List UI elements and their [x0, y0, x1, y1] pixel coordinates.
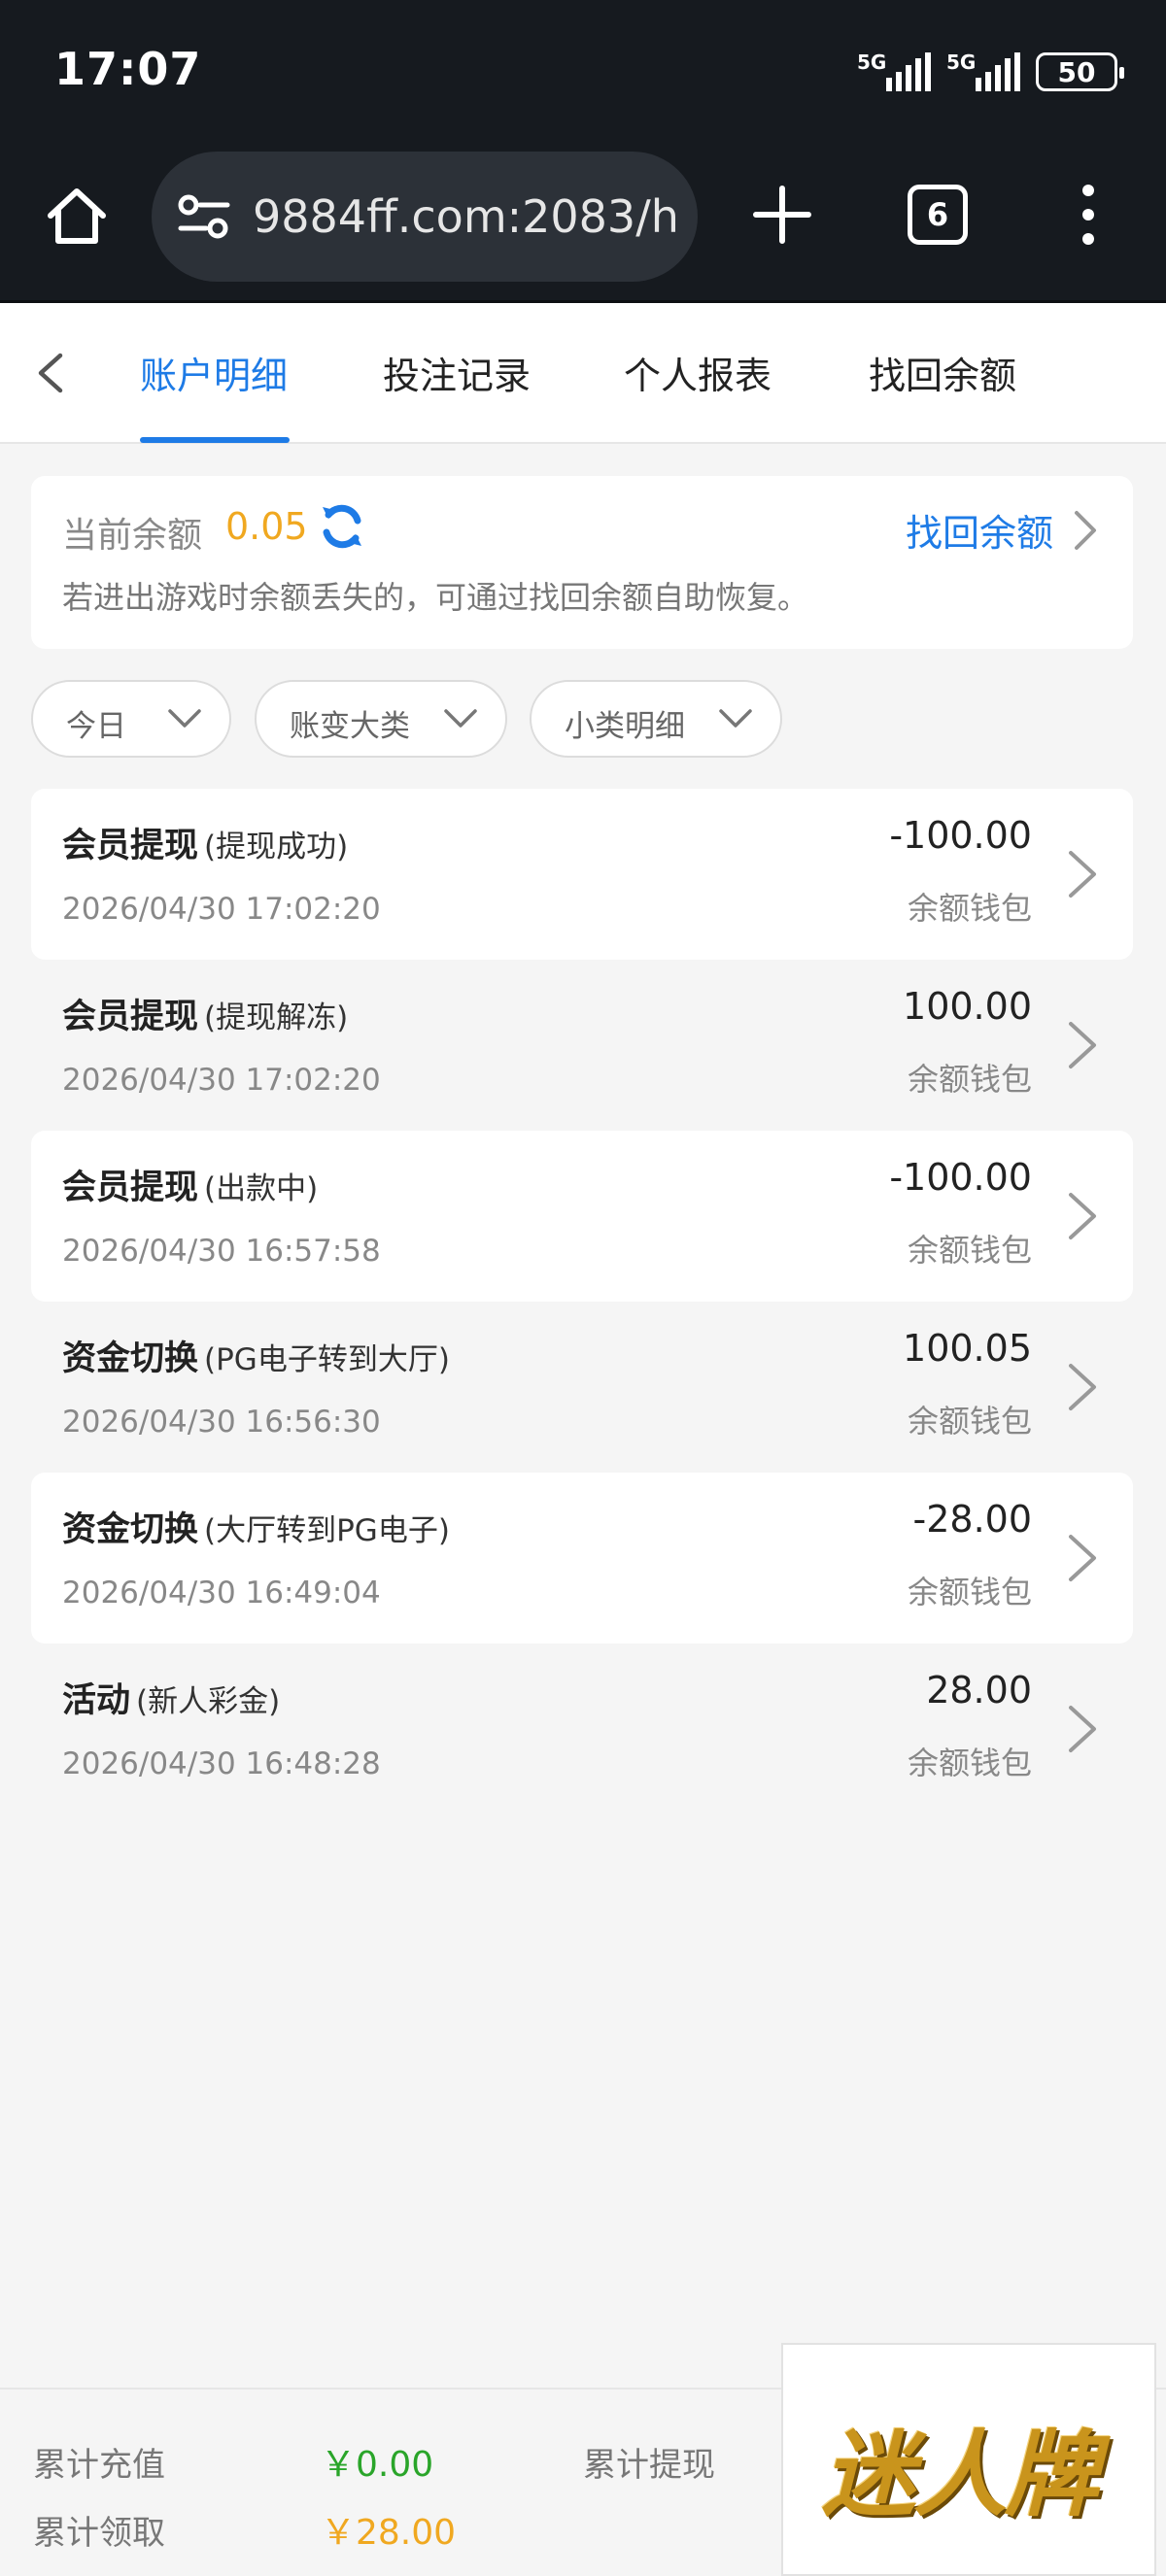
chevron-down-icon — [168, 709, 201, 728]
transaction-row[interactable]: 会员提现 (提现解冻) 2026/04/30 17:02:20 100.00 余额… — [31, 960, 1133, 1131]
total-recharge-label: 累计充值 — [33, 2446, 165, 2485]
filter-subcategory[interactable]: 小类明细 — [530, 680, 782, 758]
transaction-row[interactable]: 资金切换 (大厅转到PG电子) 2026/04/30 16:49:04 -28.0… — [31, 1473, 1133, 1644]
chevron-down-icon — [719, 709, 752, 728]
transaction-row[interactable]: 活动 (新人彩金) 2026/04/30 16:48:28 28.00 余额钱包 — [31, 1644, 1133, 1814]
transaction-amount: 100.05 — [903, 1327, 1032, 1370]
new-tab-icon[interactable] — [750, 183, 814, 247]
filter-date-label: 今日 — [66, 709, 126, 744]
filter-category-label: 账变大类 — [290, 709, 410, 744]
balance-hint: 若进出游戏时余额丢失的，可通过找回余额自助恢复。 — [62, 579, 809, 616]
transaction-subtype: (大厅转到PG电子) — [204, 1513, 450, 1548]
transaction-amount: -100.00 — [889, 1156, 1032, 1199]
transaction-wallet: 余额钱包 — [907, 1745, 1032, 1781]
total-claim-value: ￥28.00 — [321, 2513, 457, 2553]
total-recharge-value: ￥0.00 — [321, 2445, 434, 2485]
transaction-time: 2026/04/30 17:02:20 — [62, 1063, 381, 1098]
advertisement-box[interactable]: 迷人牌 — [781, 2343, 1156, 2576]
site-settings-icon[interactable] — [177, 194, 231, 239]
browser-toolbar: 9884ff.com:2083/h 6 — [0, 146, 1166, 303]
transaction-row[interactable]: 会员提现 (出款中) 2026/04/30 16:57:58 -100.00 余额… — [31, 1131, 1133, 1302]
transaction-subtype: (提现解冻) — [204, 1000, 349, 1035]
balance-label: 当前余额 — [62, 516, 203, 556]
transaction-time: 2026/04/30 16:56:30 — [62, 1405, 381, 1440]
refresh-icon[interactable] — [317, 501, 367, 552]
chevron-right-icon — [1069, 1706, 1096, 1752]
transaction-subtype: (出款中) — [204, 1171, 319, 1206]
transaction-title: 活动 (新人彩金) — [62, 1681, 281, 1720]
transaction-wallet: 余额钱包 — [907, 1403, 1032, 1440]
chevron-right-icon — [1069, 851, 1096, 898]
transaction-time: 2026/04/30 17:02:20 — [62, 892, 381, 927]
transaction-title: 会员提现 (出款中) — [62, 1169, 319, 1207]
transaction-subtype: (新人彩金) — [136, 1684, 281, 1719]
chevron-right-icon — [1069, 1364, 1096, 1410]
chevron-right-icon — [1069, 1022, 1096, 1068]
transaction-time: 2026/04/30 16:57:58 — [62, 1234, 381, 1269]
tab-header: 账户明细 投注记录 个人报表 找回余额 — [0, 303, 1166, 444]
transaction-amount: -28.00 — [912, 1498, 1033, 1541]
transaction-wallet: 余额钱包 — [907, 890, 1032, 927]
filter-subcategory-label: 小类明细 — [565, 709, 685, 744]
chevron-right-icon — [1075, 510, 1096, 550]
balance-card: 当前余额 0.05 找回余额 若进出游戏时余额丢失的，可通过找回余额自助恢复。 — [31, 476, 1133, 649]
transaction-wallet: 余额钱包 — [907, 1061, 1032, 1098]
signal-icon: 5G — [857, 51, 931, 91]
transaction-wallet: 余额钱包 — [907, 1574, 1032, 1610]
transaction-amount: 28.00 — [926, 1669, 1032, 1712]
home-icon[interactable] — [43, 183, 111, 251]
transaction-amount: -100.00 — [889, 814, 1032, 857]
more-menu-icon[interactable] — [1069, 181, 1108, 249]
transaction-wallet: 余额钱包 — [907, 1232, 1032, 1269]
transaction-amount: 100.00 — [903, 985, 1032, 1028]
transaction-title: 会员提现 (提现解冻) — [62, 998, 349, 1036]
total-claim-label: 累计领取 — [33, 2514, 165, 2553]
transaction-row[interactable]: 会员提现 (提现成功) 2026/04/30 17:02:20 -100.00 余… — [31, 789, 1133, 960]
tab-switcher-button[interactable]: 6 — [908, 185, 968, 245]
chevron-down-icon — [444, 709, 477, 728]
transaction-subtype: (PG电子转到大厅) — [204, 1342, 450, 1377]
tab-account-detail[interactable]: 账户明细 — [140, 346, 288, 399]
active-tab-indicator — [140, 437, 290, 443]
tab-recover-balance[interactable]: 找回余额 — [869, 346, 1016, 399]
filter-category[interactable]: 账变大类 — [255, 680, 507, 758]
tab-bet-records[interactable]: 投注记录 — [383, 346, 531, 399]
transaction-time: 2026/04/30 16:48:28 — [62, 1746, 381, 1781]
url-text[interactable]: 9884ff.com:2083/h — [253, 190, 680, 243]
transaction-row[interactable]: 资金切换 (PG电子转到大厅) 2026/04/30 16:56:30 100.0… — [31, 1302, 1133, 1473]
status-time: 17:07 — [54, 43, 202, 95]
back-arrow-icon[interactable] — [29, 350, 76, 396]
transaction-title: 会员提现 (提现成功) — [62, 827, 349, 865]
signal-icon: 5G — [946, 51, 1020, 91]
transaction-title: 资金切换 (PG电子转到大厅) — [62, 1339, 450, 1378]
transaction-title: 资金切换 (大厅转到PG电子) — [62, 1510, 450, 1549]
recover-balance-link[interactable]: 找回余额 — [906, 503, 1098, 557]
chevron-right-icon — [1069, 1193, 1096, 1239]
address-bar[interactable]: 9884ff.com:2083/h — [152, 152, 698, 282]
transaction-time: 2026/04/30 16:49:04 — [62, 1576, 381, 1610]
status-icons: 5G 5G 50 — [857, 51, 1124, 91]
recover-balance-label: 找回余额 — [905, 512, 1053, 555]
filter-date[interactable]: 今日 — [31, 680, 231, 758]
tab-personal-report[interactable]: 个人报表 — [624, 346, 772, 399]
ad-logo-text: 迷人牌 — [822, 2421, 1098, 2529]
transaction-subtype: (提现成功) — [204, 830, 349, 864]
chevron-right-icon — [1069, 1535, 1096, 1581]
status-bar: 17:07 5G 5G 50 — [0, 0, 1166, 146]
total-withdraw-label: 累计提现 — [583, 2446, 715, 2485]
battery-icon: 50 — [1036, 52, 1124, 91]
balance-value: 0.05 — [225, 505, 308, 548]
